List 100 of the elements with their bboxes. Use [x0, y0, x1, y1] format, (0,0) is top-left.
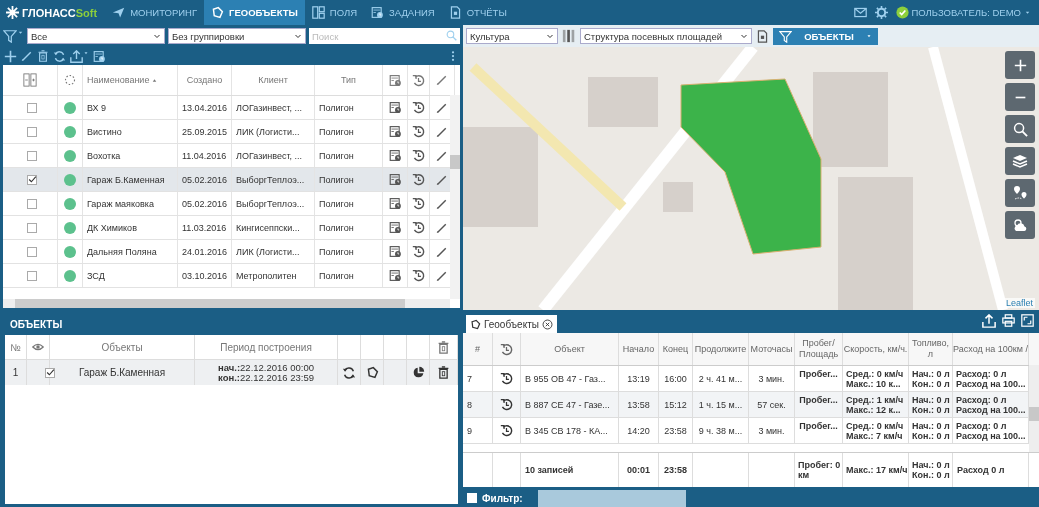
calendar-clock-icon[interactable] [388, 269, 402, 282]
calendar-clock-icon[interactable] [388, 197, 402, 210]
delete-icon[interactable] [437, 366, 450, 379]
history-icon[interactable] [412, 125, 425, 138]
export-button[interactable] [70, 49, 89, 63]
layers-button[interactable] [1005, 147, 1035, 175]
scrollbar[interactable] [1029, 365, 1039, 455]
column-header[interactable]: Создано [178, 65, 232, 95]
filter-select[interactable] [537, 489, 686, 507]
zoom-in-button[interactable] [1005, 51, 1035, 79]
filter-button[interactable] [3, 29, 24, 43]
table-cell: 16:00 [659, 366, 693, 391]
checkbox[interactable] [45, 367, 55, 378]
edit-icon[interactable] [436, 149, 448, 162]
edit-icon[interactable] [436, 101, 448, 114]
period-start: нач.:22.12.2016 00:00 [217, 362, 315, 373]
add-icon[interactable] [4, 49, 17, 63]
history-icon[interactable] [412, 173, 425, 186]
table-cell: 11.04.2016 [178, 144, 232, 167]
scrollbar[interactable] [450, 95, 460, 299]
search-icon [1012, 121, 1028, 137]
table-cell: Пробег... [795, 366, 843, 391]
settings-icon[interactable] [874, 6, 888, 19]
pins-button[interactable] [1005, 179, 1035, 207]
speed-avg: Сред.: 1 км/ч [846, 394, 904, 405]
table-cell: 23:58 [659, 453, 693, 487]
edit-icon[interactable] [21, 50, 33, 62]
refresh-icon[interactable] [342, 365, 356, 380]
structure-select[interactable]: Структура посевных площадей [580, 28, 752, 44]
calendar-clock-icon[interactable] [388, 221, 402, 234]
objects-button[interactable]: ОБЪЕКТЫ [773, 27, 878, 45]
column-header[interactable]: Клиент [232, 65, 315, 95]
history-icon[interactable] [412, 149, 425, 162]
pie-chart-icon[interactable] [411, 366, 425, 379]
fullscreen-icon[interactable] [1021, 314, 1034, 327]
edit-icon[interactable] [436, 269, 448, 282]
checkbox[interactable] [27, 198, 37, 209]
calendar-clock-icon[interactable] [93, 49, 106, 63]
grid-icon [311, 6, 325, 19]
nav-tab[interactable]: ПОЛЯ [304, 0, 364, 25]
history-icon[interactable] [412, 245, 425, 258]
checkbox[interactable] [27, 270, 37, 281]
scrollbar[interactable] [3, 299, 450, 308]
columns-icon[interactable] [562, 29, 576, 43]
nav-tab[interactable]: ЗАДАНИЯ [364, 0, 442, 25]
report-tab[interactable]: Геообъекты [466, 315, 557, 333]
calendar-clock-icon[interactable] [388, 245, 402, 258]
print-icon[interactable] [1002, 314, 1015, 327]
calendar-clock-icon[interactable] [388, 173, 402, 186]
table-cell: 57 сек. [749, 392, 795, 417]
crop-select[interactable]: Культура [466, 28, 558, 44]
checkbox[interactable] [27, 102, 37, 113]
history-icon[interactable] [412, 221, 425, 234]
user-menu[interactable]: ПОЛЬЗОВАТЕЛЬ: DEMO [895, 6, 1031, 19]
table-cell: Метрополитен [232, 264, 315, 287]
table-cell: 00:01 [619, 453, 659, 487]
calendar-clock-icon[interactable] [388, 125, 402, 138]
edit-icon[interactable] [436, 173, 448, 186]
calendar-clock-icon[interactable] [388, 149, 402, 162]
history-icon[interactable] [500, 372, 513, 385]
checkbox[interactable] [27, 222, 37, 233]
search-field[interactable]: Поиск [309, 28, 460, 44]
table-cell: 2 ч. 41 м... [693, 366, 749, 391]
mail-icon[interactable] [853, 6, 867, 19]
checkbox[interactable] [27, 174, 37, 185]
history-icon[interactable] [412, 101, 425, 114]
filter-checkbox[interactable] [467, 493, 477, 503]
table-cell: ЗСД [83, 264, 178, 287]
nav-tab[interactable]: ОТЧЁТЫ [441, 0, 514, 25]
checkbox[interactable] [27, 246, 37, 257]
edit-icon[interactable] [436, 245, 448, 258]
column-header: Расход на 100км / [953, 333, 1029, 365]
checkbox[interactable] [27, 126, 37, 137]
eye-icon [32, 341, 44, 353]
panel-title: ОБЪЕКТЫ [10, 319, 63, 330]
edit-icon[interactable] [436, 221, 448, 234]
consumption: Расход: 0 л [956, 394, 1007, 405]
filter-select[interactable]: Все [27, 28, 165, 44]
history-icon[interactable] [412, 197, 425, 210]
nav-tab[interactable]: ГЕООБЪЕКТЫ [204, 0, 305, 25]
upload-icon [70, 49, 83, 63]
polygon-icon[interactable] [365, 366, 379, 379]
document-icon[interactable] [756, 29, 769, 43]
column-header[interactable]: Наименование [87, 75, 150, 85]
edit-icon[interactable] [436, 197, 448, 210]
export-icon[interactable] [982, 314, 996, 328]
calendar-clock-icon[interactable] [388, 101, 402, 114]
history-icon[interactable] [500, 398, 513, 411]
search-button[interactable] [1005, 115, 1035, 143]
column-header[interactable]: Тип [315, 65, 383, 95]
table-cell: 9 ч. 38 м... [693, 418, 749, 443]
grouping-select[interactable]: Без группировки [168, 28, 306, 44]
nav-tab[interactable]: МОНИТОРИНГ [105, 0, 205, 25]
history-icon[interactable] [500, 424, 513, 437]
checkbox[interactable] [27, 150, 37, 161]
table-cell: Гараж Б.Каменная [50, 360, 195, 385]
attribution-link[interactable]: Leaflet [1003, 298, 1035, 308]
edit-icon[interactable] [436, 125, 448, 138]
history-icon[interactable] [412, 269, 425, 282]
weather-button[interactable] [1005, 211, 1035, 239]
